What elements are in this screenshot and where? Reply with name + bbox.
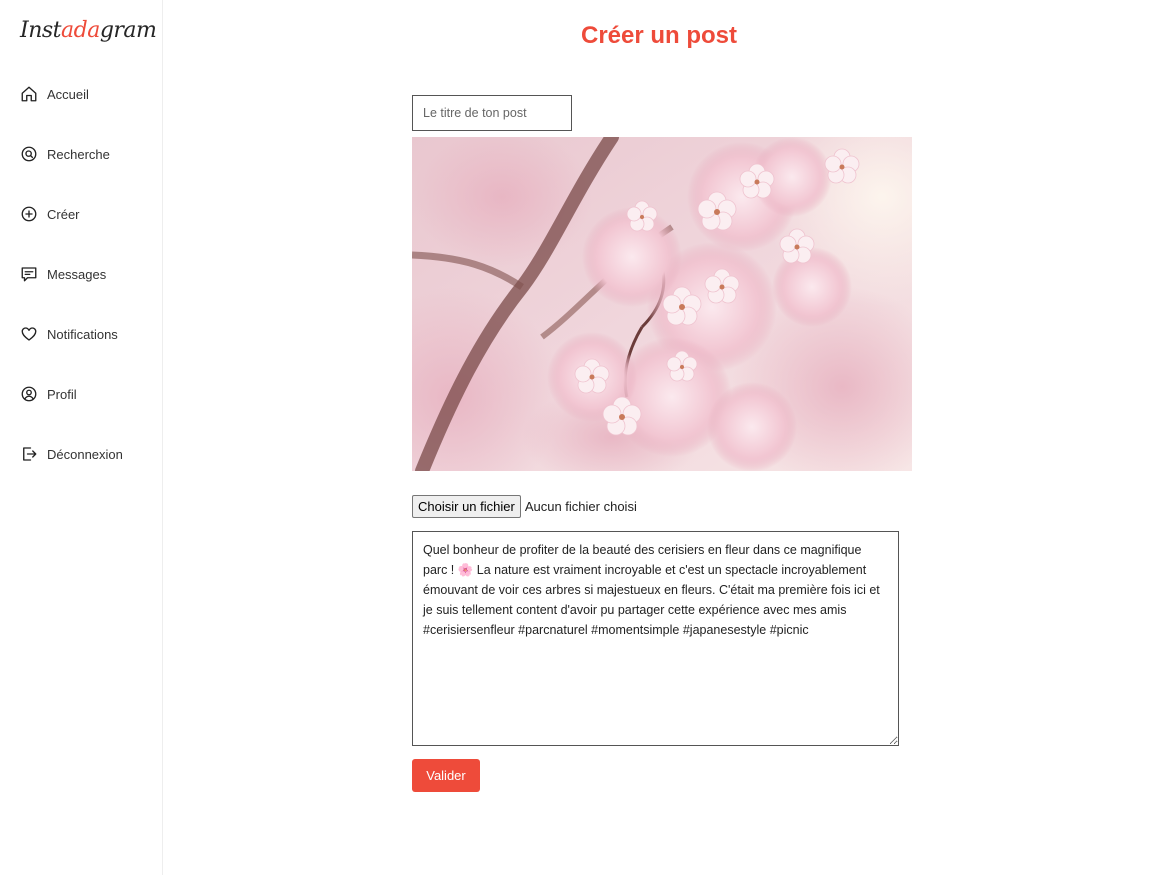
plus-circle-icon: [20, 205, 38, 223]
sidebar-item-profil[interactable]: Profil: [20, 384, 123, 404]
submit-button[interactable]: Valider: [412, 759, 480, 792]
logo-suffix: gram: [99, 18, 157, 43]
app-logo[interactable]: Instadagram: [20, 18, 157, 43]
message-icon: [20, 265, 38, 283]
post-title-input[interactable]: [412, 95, 572, 131]
sidebar-item-creer[interactable]: Créer: [20, 204, 123, 224]
logo-accent: ada: [61, 18, 100, 43]
sidebar-item-label: Créer: [47, 206, 80, 222]
post-description-textarea[interactable]: Quel bonheur de profiter de la beauté de…: [412, 531, 899, 746]
cherry-blossom-photo: [412, 137, 912, 471]
file-status: Aucun fichier choisi: [524, 498, 637, 514]
sidebar-item-accueil[interactable]: Accueil: [20, 84, 123, 104]
sidebar-item-label: Déconnexion: [47, 446, 123, 462]
user-circle-icon: [20, 385, 38, 403]
sidebar-item-label: Notifications: [47, 326, 118, 342]
sidebar-item-label: Accueil: [47, 86, 89, 102]
sidebar-item-recherche[interactable]: Recherche: [20, 144, 123, 164]
sidebar-item-deconnexion[interactable]: Déconnexion: [20, 444, 123, 464]
sidebar: Instadagram Accueil Recherche Créer Mess…: [0, 0, 163, 875]
choose-file-button[interactable]: Choisir un fichier: [412, 494, 521, 518]
sidebar-nav: Accueil Recherche Créer Messages Notific…: [20, 84, 123, 504]
search-icon: [20, 145, 38, 163]
sidebar-item-notifications[interactable]: Notifications: [20, 324, 123, 344]
sidebar-item-messages[interactable]: Messages: [20, 264, 123, 284]
logo-prefix: Inst: [20, 18, 62, 43]
sidebar-item-label: Recherche: [47, 146, 110, 162]
file-picker: Choisir un fichier Aucun fichier choisi: [412, 494, 637, 518]
sidebar-item-label: Profil: [47, 386, 77, 402]
home-icon: [20, 85, 38, 103]
sidebar-item-label: Messages: [47, 266, 107, 282]
post-image-preview: [412, 137, 912, 471]
heart-icon: [20, 325, 38, 343]
logout-icon: [20, 445, 38, 463]
page-title: Créer un post: [580, 22, 738, 49]
